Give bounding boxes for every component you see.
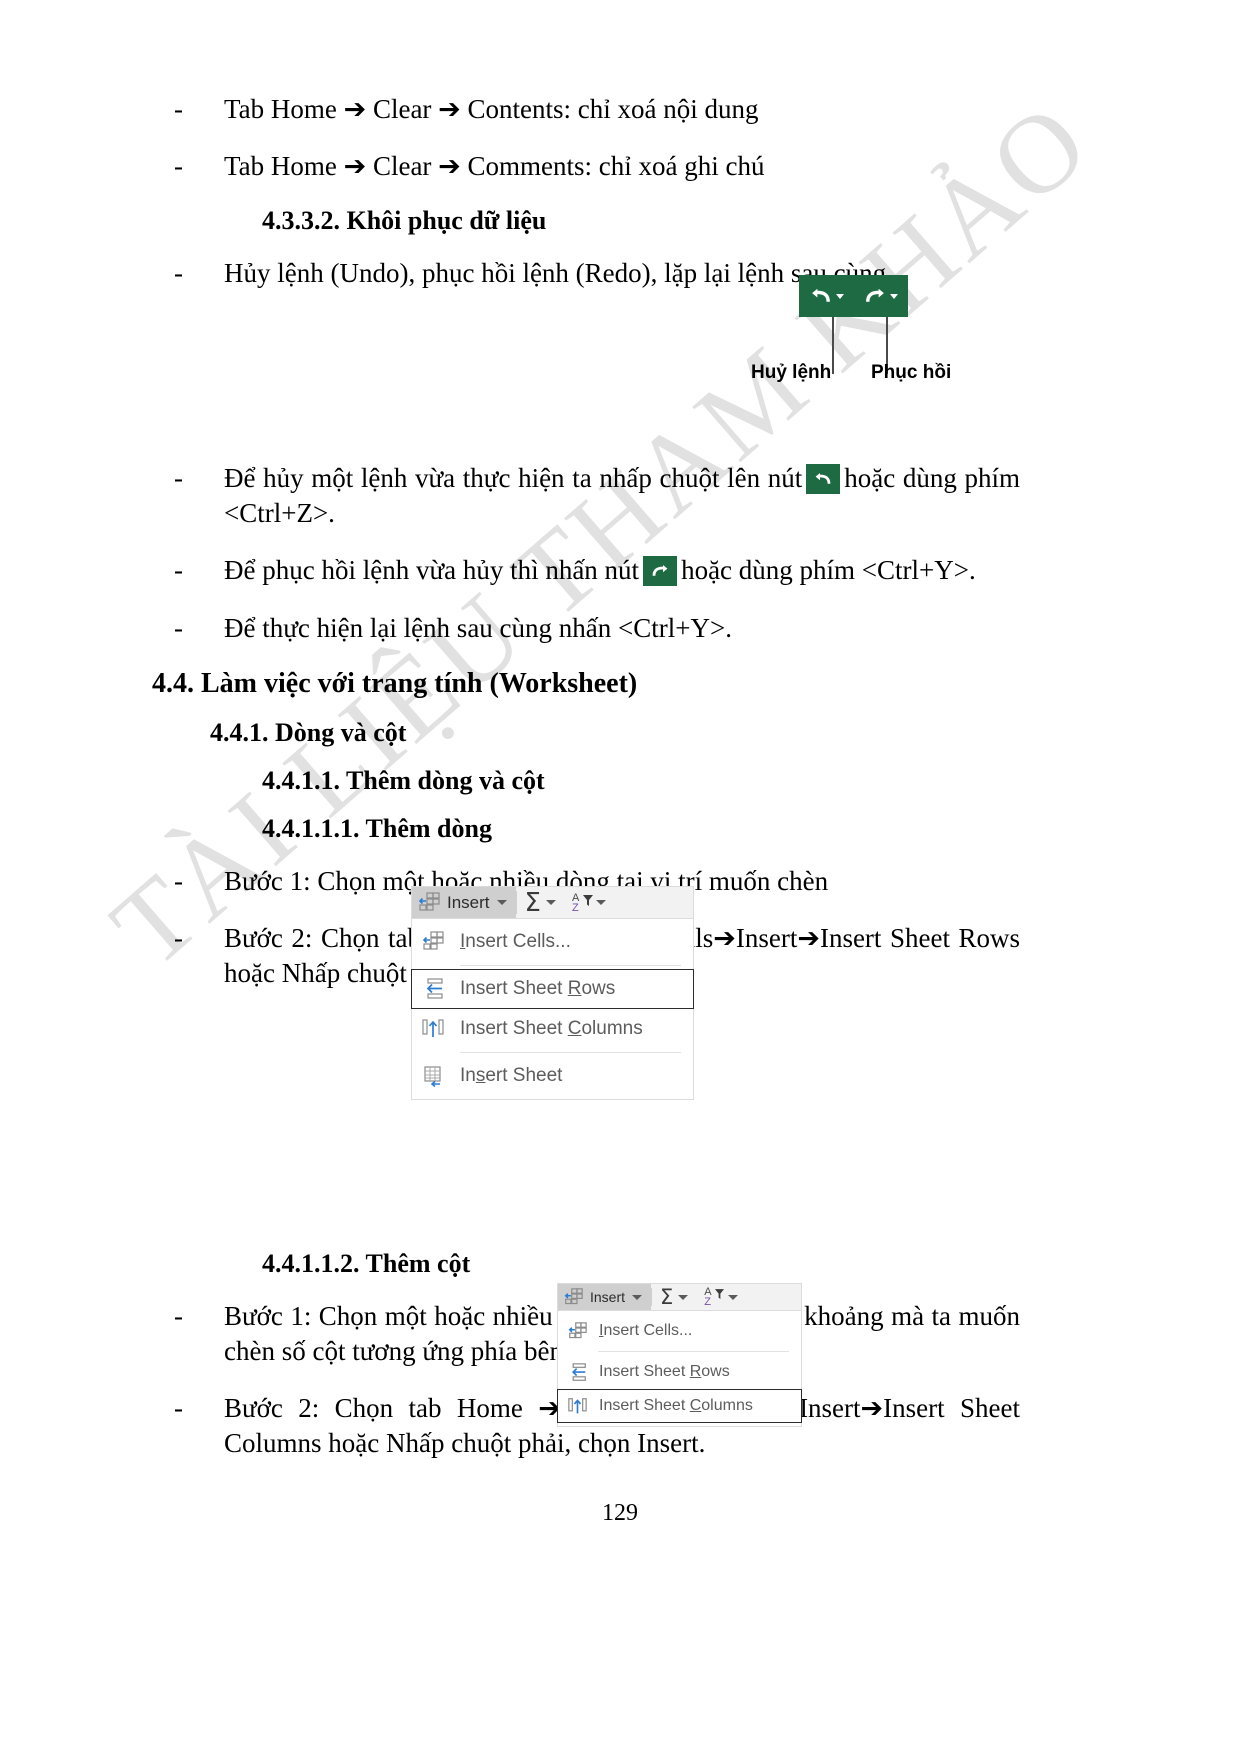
sort-filter-button[interactable]: AZ — [564, 887, 614, 918]
menu-item-insert-sheet-columns[interactable]: Insert Sheet Columns — [412, 1009, 693, 1049]
menu-item-label: Insert Sheet Columns — [599, 1397, 753, 1414]
sigma-icon: Σ — [660, 1284, 674, 1309]
list-item-text: Để thực hiện lại lệnh sau cùng nhấn <Ctr… — [224, 612, 732, 643]
undo-arrow-icon — [815, 473, 831, 485]
heading-4-3-3-2: 4.3.3.2. Khôi phục dữ liệu — [262, 206, 547, 236]
insert-button-label: Insert — [590, 1289, 626, 1305]
heading-4-4-1-1: 4.4.1.1. Thêm dòng và cột — [262, 765, 545, 795]
chevron-down-icon[interactable] — [496, 900, 507, 905]
insert-cells-icon — [564, 1287, 583, 1304]
menu-item-label: Insert Cells... — [460, 931, 571, 952]
list-item-text-part1: Để hủy một lệnh vừa thực hiện ta nhấp ch… — [224, 463, 803, 494]
callout-label-redo: Phục hồi — [871, 362, 952, 383]
redo-arrow-icon — [652, 565, 668, 577]
insert-button[interactable]: Insert — [412, 887, 516, 918]
redo-group[interactable] — [863, 285, 899, 307]
sort-az-filter-icon: AZ — [572, 892, 593, 914]
insert-sheet-rows-icon — [566, 1362, 588, 1382]
menu-divider — [598, 1351, 789, 1352]
chevron-down-icon[interactable] — [890, 293, 899, 299]
bullet-dash: - — [174, 1393, 183, 1424]
list-item: - Để thực hiện lại lệnh sau cùng nhấn <C… — [152, 611, 1020, 646]
menu-item-insert-cells[interactable]: Insert Cells... — [412, 922, 693, 962]
sort-filter-button[interactable]: AZ — [696, 1284, 746, 1310]
chevron-down-icon[interactable] — [728, 1294, 739, 1300]
list-item-text-part1: Để phục hồi lệnh vừa hủy thì nhấn nút — [224, 555, 640, 586]
insert-cells-icon — [418, 891, 440, 911]
insert-cells-icon — [420, 931, 446, 953]
menu-item-insert-sheet-rows[interactable]: Insert Sheet Rows — [411, 969, 694, 1009]
cells-group-ribbon[interactable]: Insert Σ AZ — [411, 886, 694, 919]
menu-item-insert-sheet-rows[interactable]: Insert Sheet Rows — [558, 1355, 801, 1389]
heading-4-4-1: 4.4.1. Dòng và cột — [210, 717, 407, 747]
cells-group-ribbon[interactable]: Insert Σ AZ — [557, 1283, 802, 1311]
bullet-dash: - — [174, 258, 183, 289]
list-item-text: Tab Home ➔ Clear ➔ Contents: chỉ xoá nội… — [224, 94, 759, 124]
list-item-text: Tab Home ➔ Clear ➔ Comments: chỉ xoá ghi… — [224, 151, 765, 182]
menu-item-label: Insert Sheet Rows — [460, 978, 616, 999]
list-item-undo: - Để hủy một lệnh vừa thực hiện ta nhấp … — [152, 461, 1020, 531]
bullet-dash: - — [174, 865, 183, 896]
undo-arrow-icon[interactable] — [809, 285, 833, 307]
document-page: - Tab Home ➔ Clear ➔ Contents: chỉ xoá n… — [0, 0, 1240, 1753]
sort-az-filter-icon: AZ — [704, 1286, 725, 1308]
list-item-redo: - Để phục hồi lệnh vừa hủy thì nhấn nút h… — [152, 553, 1020, 588]
redo-arrow-icon[interactable] — [863, 285, 887, 307]
undo-button-inline[interactable] — [806, 464, 841, 495]
heading-4-4: 4.4. Làm việc với trang tính (Worksheet) — [152, 667, 638, 699]
insert-button[interactable]: Insert — [558, 1284, 652, 1310]
menu-item-label: Insert Cells... — [599, 1322, 693, 1339]
heading-4-4-1-1-2: 4.4.1.1.2. Thêm cột — [262, 1248, 471, 1278]
list-item-text: Hủy lệnh (Undo), phục hồi lệnh (Redo), l… — [224, 258, 887, 289]
insert-cells-icon — [566, 1321, 588, 1341]
autosum-button[interactable]: Σ — [517, 887, 564, 918]
callout-label-undo: Huỷ lệnh — [751, 362, 832, 383]
menu-item-insert-sheet-columns[interactable]: Insert Sheet Columns — [557, 1389, 802, 1423]
heading-4-4-1-1-1: 4.4.1.1.1. Thêm dòng — [262, 813, 492, 843]
redo-button-inline[interactable] — [643, 556, 678, 587]
insert-menu-large[interactable]: Insert Σ AZ Insert Cells... Insert Sheet… — [411, 886, 694, 1100]
bullet-dash: - — [174, 922, 183, 953]
menu-divider — [460, 965, 681, 966]
chevron-down-icon[interactable] — [678, 1294, 689, 1300]
autosum-button[interactable]: Σ — [652, 1284, 696, 1310]
insert-dropdown-menu[interactable]: Insert Cells... Insert Sheet Rows Insert… — [557, 1311, 802, 1427]
chevron-down-icon[interactable] — [632, 1294, 643, 1300]
menu-item-label: Insert Sheet Rows — [599, 1363, 730, 1380]
insert-sheet-rows-icon — [420, 978, 446, 1000]
chevron-down-icon[interactable] — [835, 293, 844, 299]
insert-sheet-icon — [420, 1065, 446, 1087]
page-number: 129 — [602, 1500, 638, 1526]
menu-item-insert-sheet[interactable]: Insert Sheet — [412, 1056, 693, 1096]
bullet-dash: - — [174, 151, 183, 182]
insert-button-label: Insert — [447, 892, 490, 912]
menu-item-label: Insert Sheet — [460, 1065, 563, 1086]
menu-item-label: Insert Sheet Columns — [460, 1018, 643, 1039]
bullet-dash: - — [174, 94, 183, 124]
list-item-text-part2: hoặc dùng phím <Ctrl+Y>. — [681, 555, 976, 586]
bullet-dash: - — [174, 612, 183, 643]
list-item: - Tab Home ➔ Clear ➔ Comments: chỉ xoá g… — [152, 149, 1020, 184]
insert-menu-small[interactable]: Insert Σ AZ Insert Cells... Insert Sheet… — [557, 1283, 802, 1427]
menu-divider — [460, 1052, 681, 1053]
bullet-dash: - — [174, 1300, 183, 1331]
insert-dropdown-menu[interactable]: Insert Cells... Insert Sheet Rows Insert… — [411, 919, 694, 1100]
bullet-dash: - — [174, 555, 183, 586]
bullet-dash: - — [174, 463, 183, 494]
menu-item-insert-cells[interactable]: Insert Cells... — [558, 1314, 801, 1348]
chevron-down-icon[interactable] — [595, 900, 606, 905]
callout-leader-line — [832, 317, 834, 374]
quick-access-toolbar[interactable] — [799, 275, 908, 317]
chevron-down-icon[interactable] — [545, 900, 556, 905]
insert-sheet-columns-icon — [566, 1397, 588, 1416]
list-item: - Tab Home ➔ Clear ➔ Contents: chỉ xoá n… — [152, 92, 1020, 127]
insert-sheet-columns-icon — [420, 1018, 446, 1040]
sigma-icon: Σ — [524, 887, 541, 918]
undo-group[interactable] — [809, 285, 844, 307]
